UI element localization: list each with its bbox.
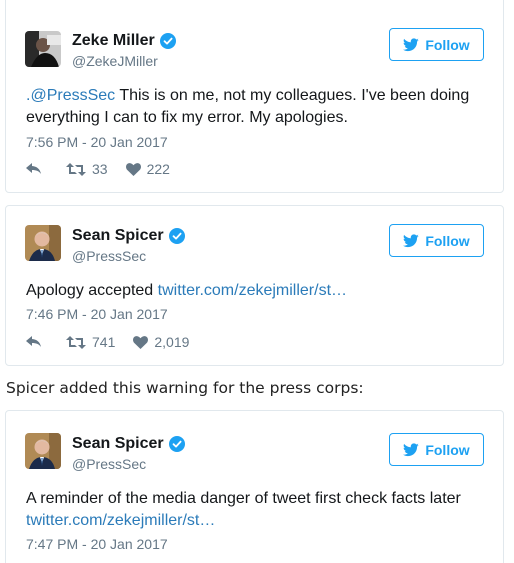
tweet-actions: 741 2,019 (26, 334, 189, 350)
retweet-icon (66, 162, 86, 176)
retweet-button[interactable]: 741 (66, 334, 115, 350)
reply-icon (26, 336, 41, 347)
author-handle[interactable]: @PressSec (72, 248, 146, 264)
tweet-body: A reminder of the media danger of tweet … (26, 490, 461, 507)
verified-badge-icon (159, 33, 176, 49)
tweet-text: .@PressSec This is on me, not my colleag… (26, 85, 491, 129)
like-button[interactable]: 222 (125, 161, 170, 177)
author-name[interactable]: Zeke Miller (72, 32, 155, 50)
follow-label: Follow (425, 441, 470, 458)
tweet-card: Sean Spicer @PressSec Follow Apology acc… (5, 205, 504, 366)
like-count: 2,019 (154, 334, 190, 350)
follow-button[interactable]: Follow (389, 28, 484, 61)
reply-button[interactable] (26, 336, 42, 348)
avatar[interactable] (25, 225, 61, 261)
tweet-link[interactable]: twitter.com/zekejmiller/st… (158, 282, 347, 299)
author-row: Zeke Miller (72, 32, 176, 50)
author-handle[interactable]: @PressSec (72, 456, 146, 472)
verified-badge-icon (168, 436, 185, 452)
author-name[interactable]: Sean Spicer (72, 435, 164, 453)
tweet-card: Zeke Miller @ZekeJMiller Follow .@PressS… (5, 0, 504, 193)
avatar[interactable] (25, 31, 61, 67)
verified-badge-icon (168, 228, 185, 244)
reply-button[interactable] (26, 163, 42, 175)
tweet-text: A reminder of the media danger of tweet … (26, 488, 491, 532)
timestamp[interactable]: 7:47 PM - 20 Jan 2017 (26, 536, 168, 552)
follow-label: Follow (425, 232, 470, 249)
retweet-button[interactable]: 33 (66, 161, 108, 177)
author-name[interactable]: Sean Spicer (72, 227, 164, 245)
author-row: Sean Spicer (72, 227, 185, 245)
heart-icon (125, 162, 141, 176)
twitter-bird-icon (403, 442, 420, 456)
tweet-link[interactable]: twitter.com/zekejmiller/st… (26, 512, 215, 529)
like-button[interactable]: 2,019 (133, 334, 189, 350)
tweet-text: Apology accepted twitter.com/zekejmiller… (26, 280, 491, 302)
reply-icon (26, 163, 41, 174)
timestamp[interactable]: 7:46 PM - 20 Jan 2017 (26, 306, 168, 322)
tweet-actions: 33 222 (26, 161, 170, 177)
like-count: 222 (146, 161, 170, 177)
follow-label: Follow (425, 36, 470, 53)
avatar[interactable] (25, 433, 61, 469)
retweet-count: 741 (92, 334, 116, 350)
tweet-card: Sean Spicer @PressSec Follow A reminder … (5, 410, 504, 563)
author-handle[interactable]: @ZekeJMiller (72, 53, 158, 69)
twitter-bird-icon (403, 233, 420, 247)
retweet-count: 33 (92, 161, 108, 177)
mention-link[interactable]: .@PressSec (26, 87, 115, 104)
retweet-icon (66, 335, 86, 349)
tweet-body: Apology accepted (26, 282, 158, 299)
timestamp[interactable]: 7:56 PM - 20 Jan 2017 (26, 134, 168, 150)
twitter-bird-icon (403, 37, 420, 51)
follow-button[interactable]: Follow (389, 433, 484, 466)
follow-button[interactable]: Follow (389, 224, 484, 257)
heart-icon (133, 335, 149, 349)
author-row: Sean Spicer (72, 435, 185, 453)
article-caption: Spicer added this warning for the press … (6, 379, 364, 397)
